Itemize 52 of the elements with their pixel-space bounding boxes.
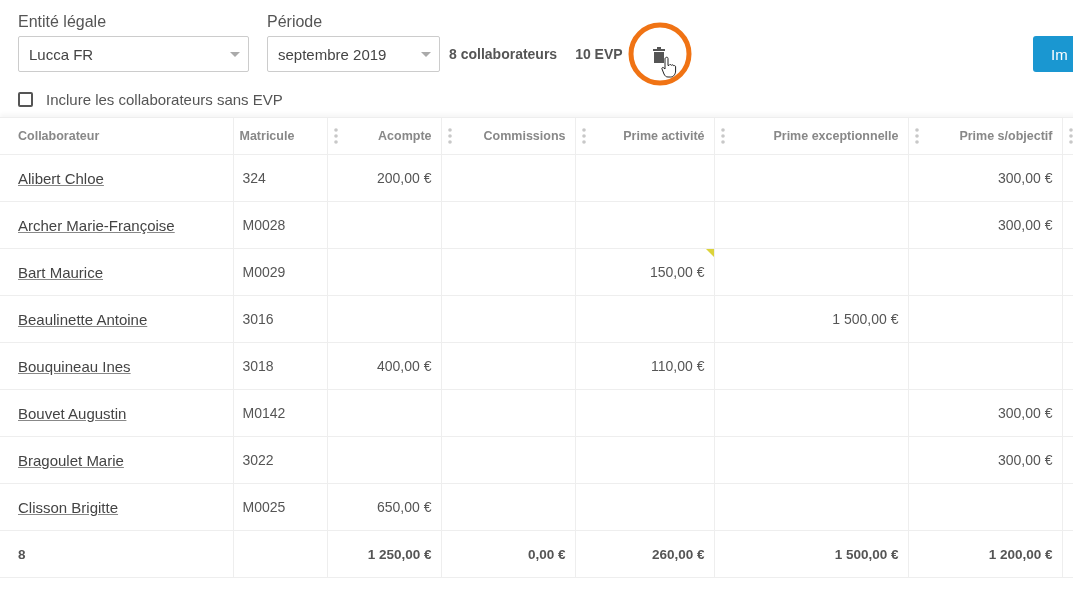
employee-link[interactable]: Bouquineau Ines — [18, 357, 131, 375]
comment-marker-icon — [705, 249, 714, 257]
table-cell: M0028 — [242, 217, 286, 233]
table-cell: 200,00 € — [377, 170, 432, 186]
field-label: Période — [267, 13, 324, 31]
column-menu-icon[interactable] — [1068, 128, 1073, 144]
table-cell: M0142 — [242, 405, 286, 421]
column-header[interactable]: Collaborateur — [18, 129, 100, 143]
table-cell: 0,00 € — [527, 546, 566, 562]
column-menu-icon[interactable] — [720, 128, 725, 144]
employee-link[interactable]: Alibert Chloe — [18, 169, 104, 187]
hand-cursor-icon — [660, 56, 677, 78]
table-cell: 3022 — [242, 452, 274, 468]
entity-select[interactable]: Lucca FR — [18, 36, 249, 72]
table-cell: 324 — [242, 170, 266, 186]
table-cell: 150,00 € — [650, 264, 705, 280]
table-cell: 1 500,00 € — [832, 311, 899, 327]
trash-icon[interactable] — [652, 47, 665, 63]
employee-link[interactable]: Bouvet Augustin — [18, 404, 127, 422]
table-cell: 1 500,00 € — [834, 546, 899, 562]
column-menu-icon[interactable] — [914, 128, 919, 144]
table-cell: 3018 — [242, 358, 274, 374]
highlight-circle — [627, 22, 692, 86]
table-cell: 3016 — [242, 311, 274, 327]
table-cell: 260,00 € — [651, 546, 705, 562]
table-cell: 400,00 € — [377, 358, 432, 374]
field-label: Entité légale — [18, 13, 108, 31]
column-menu-icon[interactable] — [447, 128, 452, 144]
employee-count: 8 collaborateurs — [449, 45, 558, 64]
table-cell: M0029 — [242, 264, 286, 280]
table-cell: 650,00 € — [377, 499, 432, 515]
table-cell: 300,00 € — [998, 217, 1053, 233]
table-cell: 1 200,00 € — [988, 546, 1053, 562]
employee-link[interactable]: Clisson Brigitte — [18, 498, 119, 516]
column-menu-icon[interactable] — [581, 128, 586, 144]
evp-count: 10 EVP — [575, 45, 623, 64]
column-menu-icon[interactable] — [333, 128, 338, 144]
table-cell: M0025 — [242, 499, 286, 515]
caret-icon — [230, 51, 240, 57]
table-cell: 300,00 € — [998, 452, 1053, 468]
table-cell: 300,00 € — [998, 170, 1053, 186]
table-cell: 8 — [18, 546, 26, 562]
employee-link[interactable]: Bragoulet Marie — [18, 451, 124, 469]
column-header[interactable]: Acompte — [378, 129, 432, 143]
checkbox-label: Inclure les collaborateurs sans EVP — [46, 91, 283, 108]
table-cell: 1 250,00 € — [367, 546, 432, 562]
period-select[interactable]: septembre 2019 — [267, 36, 440, 72]
table-cell: 300,00 € — [998, 405, 1053, 421]
employee-link[interactable]: Bart Maurice — [18, 263, 104, 281]
checkbox[interactable] — [18, 92, 33, 107]
caret-icon — [421, 51, 431, 57]
table-cell: 110,00 € — [651, 358, 705, 374]
